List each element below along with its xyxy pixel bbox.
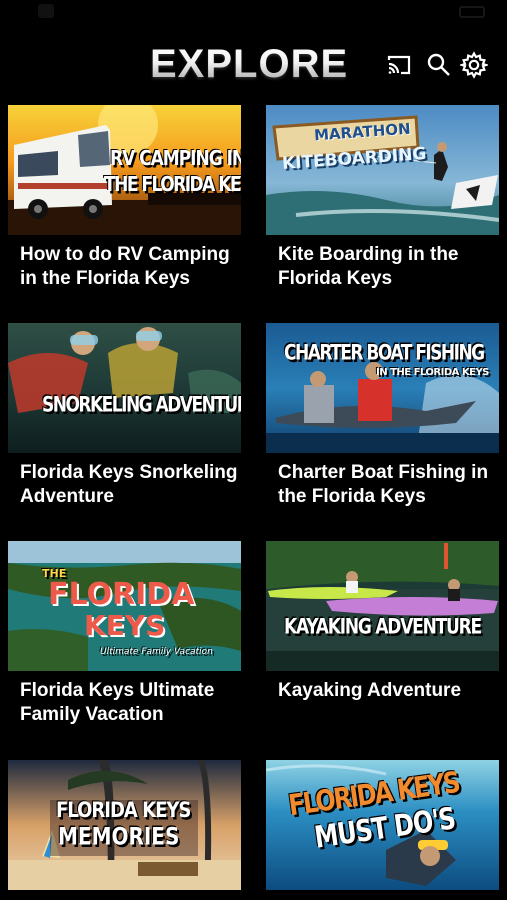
video-title[interactable]: Kayaking Adventure xyxy=(266,679,499,703)
thumbnail-title: FLORIDA xyxy=(48,577,195,612)
video-thumbnail[interactable]: MARATHON KITEBOARDING xyxy=(266,105,499,235)
video-title[interactable]: Florida Keys Ultimate Family Vacation xyxy=(8,679,241,727)
video-card[interactable]: THE FLORIDA KEYS Ultimate Family Vacatio… xyxy=(8,541,241,727)
thumbnail-title: CHARTER BOAT FISHING xyxy=(284,340,485,366)
thumbnail-subtitle: KEYS xyxy=(84,609,166,642)
thumbnail-title: RV CAMPING IN xyxy=(110,147,241,171)
video-thumbnail[interactable]: FLORIDA KEYS MEMORIES xyxy=(8,760,241,890)
video-thumbnail[interactable]: KAYAKING ADVENTURE xyxy=(266,541,499,671)
video-card[interactable]: MARATHON KITEBOARDING Kite Boarding in t… xyxy=(266,105,499,291)
thumbnail-subtitle: THE FLORIDA KEYS xyxy=(104,173,241,197)
cast-icon[interactable] xyxy=(384,50,414,80)
video-thumbnail[interactable]: SNORKELING ADVENTURE xyxy=(8,323,241,453)
video-thumbnail[interactable]: THE FLORIDA KEYS Ultimate Family Vacatio… xyxy=(8,541,241,671)
video-title[interactable]: Kite Boarding in the Florida Keys xyxy=(266,243,499,291)
thumbnail-subtitle: MEMORIES xyxy=(58,821,180,851)
thumbnail-title: SNORKELING ADVENTURE xyxy=(42,392,241,418)
gear-icon[interactable] xyxy=(459,50,489,80)
video-thumbnail[interactable]: RV CAMPING IN THE FLORIDA KEYS xyxy=(8,105,241,235)
signal-icon xyxy=(38,4,54,18)
video-card[interactable]: RV CAMPING IN THE FLORIDA KEYS How to do… xyxy=(8,105,241,291)
video-card[interactable]: FLORIDA KEYS MUST DO'S xyxy=(266,760,499,898)
video-card[interactable]: CHARTER BOAT FISHING IN THE FLORIDA KEYS… xyxy=(266,323,499,509)
video-title[interactable]: How to do RV Camping in the Florida Keys xyxy=(8,243,241,291)
video-title[interactable]: Florida Keys Snorkeling Adventure xyxy=(8,461,241,509)
video-thumbnail[interactable]: FLORIDA KEYS MUST DO'S xyxy=(266,760,499,890)
page-title: EXPLORE xyxy=(150,42,349,86)
video-thumbnail[interactable]: CHARTER BOAT FISHING IN THE FLORIDA KEYS xyxy=(266,323,499,453)
status-bar xyxy=(0,0,507,24)
thumbnail-tagline: Ultimate Family Vacation xyxy=(100,647,213,657)
battery-icon xyxy=(459,6,485,18)
search-icon[interactable] xyxy=(424,50,454,80)
thumbnail-subtitle: IN THE FLORIDA KEYS xyxy=(376,367,489,378)
video-card[interactable]: SNORKELING ADVENTURE Florida Keys Snorke… xyxy=(8,323,241,509)
video-card[interactable]: KAYAKING ADVENTURE Kayaking Adventure xyxy=(266,541,499,703)
thumbnail-title: KAYAKING ADVENTURE xyxy=(284,614,482,640)
header: EXPLORE xyxy=(0,40,507,90)
thumbnail-title: FLORIDA KEYS xyxy=(56,797,191,824)
video-card[interactable]: FLORIDA KEYS MEMORIES xyxy=(8,760,241,898)
video-title[interactable]: Charter Boat Fishing in the Florida Keys xyxy=(266,461,499,509)
